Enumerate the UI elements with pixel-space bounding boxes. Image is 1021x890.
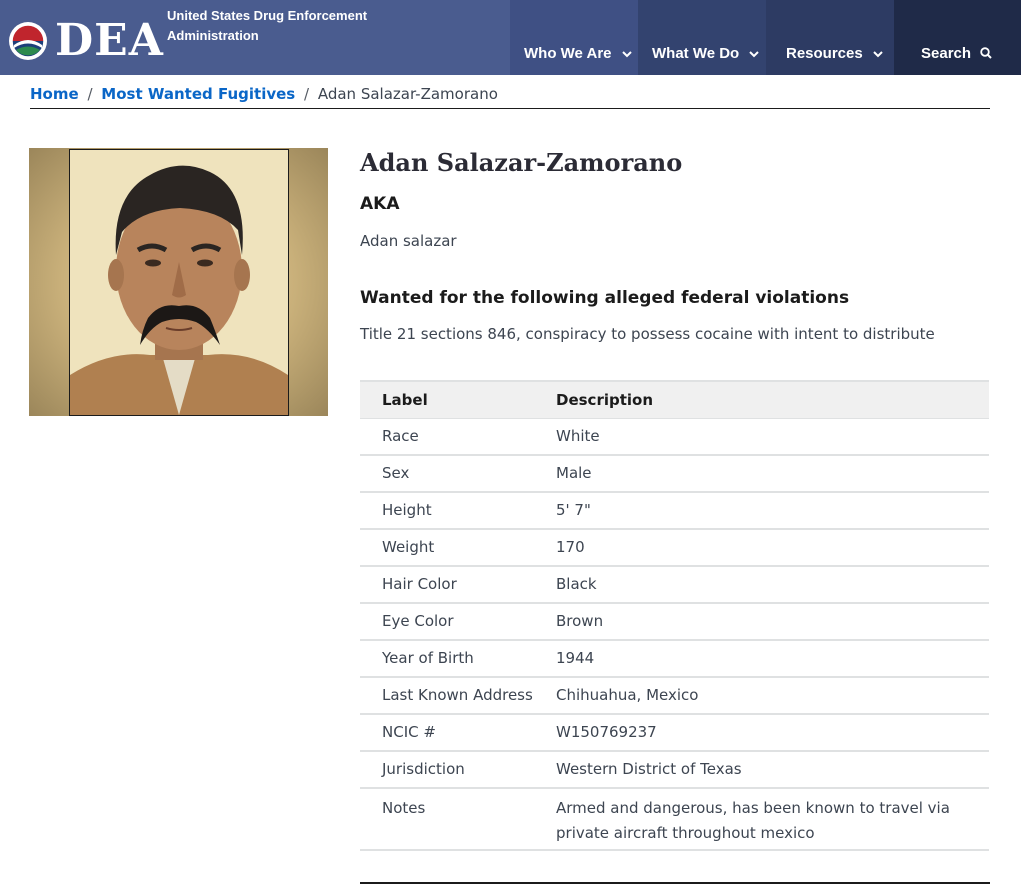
row-label: Hair Color [360,566,556,604]
row-label: Notes [360,788,556,851]
nav-what-we-do[interactable]: What We Do [638,0,766,75]
breadcrumb-separator: / [87,85,93,103]
row-value: W150769237 [556,714,989,752]
row-label: Weight [360,529,556,567]
breadcrumb-separator: / [304,85,310,103]
aka-heading: AKA [360,194,400,214]
row-value: Brown [556,603,989,641]
row-value: Armed and dangerous, has been known to t… [556,788,989,851]
row-label: Eye Color [360,603,556,641]
table-row: Eye Color Brown [360,603,989,641]
table-row: Notes Armed and dangerous, has been know… [360,788,989,851]
agency-name: United States Drug Enforcement Administr… [167,8,368,43]
details-table: Label Description Race White Sex Male He… [360,380,989,851]
nav-label: What We Do [652,45,740,62]
breadcrumb-home-link[interactable]: Home [30,85,79,103]
table-row: Race White [360,418,989,456]
nav-who-we-are[interactable]: Who We Are [510,0,638,75]
violations-text: Title 21 sections 846, conspiracy to pos… [360,325,935,343]
portrait-illustration [70,150,288,415]
row-label: Jurisdiction [360,751,556,789]
row-value: 5' 7" [556,492,989,530]
site-header: DEA United States Drug Enforcement Admin… [0,0,1021,75]
breadcrumb-current: Adan Salazar-Zamorano [317,85,498,103]
nav-search-button[interactable]: Search [894,0,1021,75]
table-header-row: Label Description [360,380,989,419]
table-row: Jurisdiction Western District of Texas [360,751,989,789]
search-icon [980,47,992,59]
nav-label: Who We Are [524,45,612,62]
fugitive-photo-image [69,149,289,416]
chevron-down-icon [873,51,883,58]
row-label: Year of Birth [360,640,556,678]
table-row: Year of Birth 1944 [360,640,989,678]
nav-label: Search [921,45,972,62]
row-label: Race [360,418,556,456]
table-row: NCIC # W150769237 [360,714,989,752]
table-row: Weight 170 [360,529,989,567]
breadcrumb-most-wanted-link[interactable]: Most Wanted Fugitives [101,85,295,103]
column-header-description: Description [556,380,989,419]
row-value: Black [556,566,989,604]
violations-heading: Wanted for the following alleged federal… [360,288,850,308]
row-value: 170 [556,529,989,567]
section-divider [360,882,990,884]
chevron-down-icon [749,51,760,58]
row-label: Sex [360,455,556,493]
table-row: Hair Color Black [360,566,989,604]
row-value: 1944 [556,640,989,678]
nav-resources[interactable]: Resources [766,0,894,75]
table-row: Height 5' 7" [360,492,989,530]
row-value: White [556,418,989,456]
chevron-down-icon [621,51,632,58]
row-value: Male [556,455,989,493]
row-label: NCIC # [360,714,556,752]
nav-label: Resources [786,45,863,62]
dea-wordmark: DEA [55,15,164,66]
dea-seal-icon [9,22,47,60]
aka-value: Adan salazar [360,232,457,250]
row-label: Height [360,492,556,530]
breadcrumb: Home / Most Wanted Fugitives / Adan Sala… [30,83,990,109]
row-value: Chihuahua, Mexico [556,677,989,715]
row-label: Last Known Address [360,677,556,715]
fugitive-photo [29,148,328,416]
table-row: Last Known Address Chihuahua, Mexico [360,677,989,715]
column-header-label: Label [360,380,556,419]
table-row: Sex Male [360,455,989,493]
row-value: Western District of Texas [556,751,989,789]
page-title: Adan Salazar-Zamorano [360,148,683,177]
